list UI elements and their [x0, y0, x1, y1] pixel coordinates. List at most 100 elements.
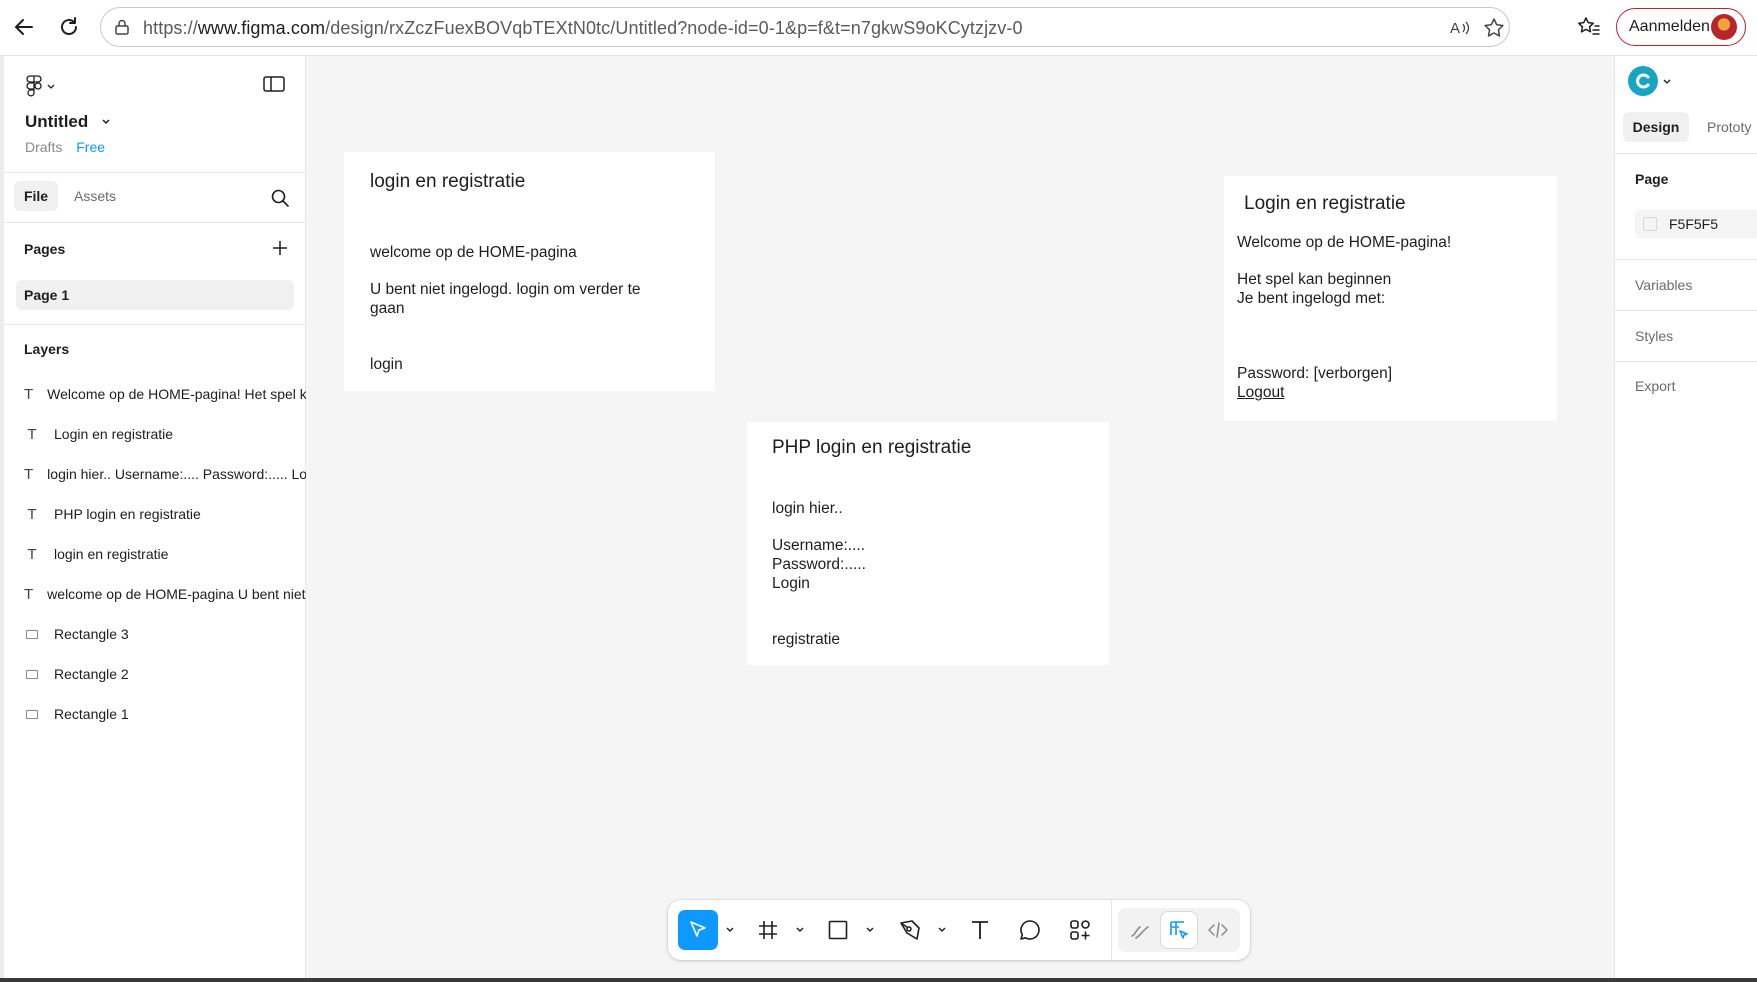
rectangle-layer-icon: [24, 709, 40, 719]
browser-toolbar: https://www.figma.com/design/rxZczFuexBO…: [0, 0, 1757, 56]
toggle-sidebar-icon[interactable]: [262, 74, 286, 94]
rectangle-layer-icon: [24, 669, 40, 679]
divider: [4, 172, 306, 173]
favorite-star-icon[interactable]: [1483, 17, 1505, 39]
layer-item[interactable]: Rectangle 1: [24, 700, 306, 728]
chevron-down-icon: [938, 927, 946, 932]
tab-file[interactable]: File: [14, 181, 58, 211]
profile-avatar: [1711, 14, 1737, 40]
layer-name: Rectangle 2: [54, 666, 129, 682]
page-item-page-1[interactable]: Page 1: [16, 280, 294, 310]
user-menu-button[interactable]: [1628, 66, 1672, 96]
file-location: Drafts Free: [25, 139, 105, 155]
logout-text: Logout: [1237, 384, 1285, 401]
layer-name: Rectangle 1: [54, 706, 129, 722]
refresh-button[interactable]: [52, 10, 86, 44]
rectangle-tool-button[interactable]: [818, 910, 858, 950]
chevron-down-icon: [102, 119, 110, 125]
comment-tool-button[interactable]: [1010, 910, 1050, 950]
url-text: https://www.figma.com/design/rxZczFuexBO…: [143, 18, 1023, 39]
frame-hash-icon: [759, 921, 777, 939]
pen-tool-button[interactable]: [890, 910, 930, 950]
text-layer-icon: T: [24, 585, 34, 603]
rectangle-3-frame[interactable]: Login en registratie Welcome op de HOME-…: [1224, 176, 1557, 421]
move-tool-caret[interactable]: [724, 924, 736, 936]
design-mode-button[interactable]: [1161, 912, 1197, 948]
lock-icon[interactable]: [113, 18, 131, 36]
variables-section[interactable]: Variables: [1635, 277, 1692, 293]
layer-name: login en registratie: [54, 546, 169, 562]
avatar: [1628, 66, 1658, 96]
right-sidebar: Design Prototy Page F5F5F5 Variables Sty…: [1614, 56, 1757, 980]
layer-item[interactable]: Twelcome op de HOME-pagina U bent niet i…: [24, 580, 306, 608]
main-menu-button[interactable]: [26, 74, 62, 98]
tab-assets[interactable]: Assets: [74, 188, 116, 204]
layer-name: welcome op de HOME-pagina U bent niet in…: [47, 586, 306, 602]
layer-item[interactable]: T Welcome op de HOME-pagina! Het spel kan…: [24, 380, 306, 408]
drafts-link[interactable]: Drafts: [25, 139, 62, 155]
frame-text-line: welcome op de HOME-pagina: [370, 244, 577, 261]
bottom-toolbar: [668, 900, 1250, 960]
divider: [1615, 259, 1757, 260]
add-page-icon[interactable]: [272, 240, 288, 256]
address-bar[interactable]: https://www.figma.com/design/rxZczFuexBO…: [100, 7, 1510, 47]
file-title-menu[interactable]: Untitled: [25, 112, 112, 132]
frame-text-line: registratie: [772, 631, 841, 648]
frame-text-line: Het spel kan beginnen: [1237, 271, 1392, 288]
pen-tool-caret[interactable]: [936, 924, 948, 936]
read-aloud-icon[interactable]: A: [1449, 18, 1471, 38]
back-button[interactable]: [7, 10, 41, 44]
color-swatch[interactable]: [1643, 217, 1657, 231]
rectangle-1-frame[interactable]: login en registratie welcome op de HOME-…: [344, 152, 715, 391]
url-host: www.figma.com: [197, 18, 326, 38]
chevron-down-icon: [796, 927, 804, 932]
plan-badge[interactable]: Free: [76, 139, 105, 155]
layer-item[interactable]: Tlogin en registratie: [24, 540, 306, 568]
layer-item[interactable]: T PHP login en registratie: [24, 500, 306, 528]
page-item-label: Page 1: [24, 287, 70, 303]
frame-text-line: Welcome op de HOME-pagina!: [1237, 234, 1452, 251]
layer-item[interactable]: T Login en registratie: [24, 420, 306, 448]
draw-pencil-icon: [1131, 926, 1149, 939]
layer-item[interactable]: Rectangle 3: [24, 620, 306, 648]
page-color-field[interactable]: F5F5F5: [1635, 209, 1757, 239]
divider: [1615, 310, 1757, 311]
frame-tool-button[interactable]: [748, 910, 788, 950]
layer-name: login hier.. Username:.... Password:....…: [47, 466, 306, 482]
rectangle-2-frame[interactable]: PHP login en registratie login hier.. Us…: [747, 422, 1109, 665]
frame-title: login en registratie: [370, 171, 526, 192]
layer-name: Welcome op de HOME-pagina! Het spel kan …: [47, 386, 306, 402]
rectangle-tool-caret[interactable]: [864, 924, 876, 936]
layer-item[interactable]: Rectangle 2: [24, 660, 306, 688]
search-icon[interactable]: [270, 188, 290, 208]
text-layer-icon: T: [24, 465, 34, 483]
tab-design[interactable]: Design: [1623, 112, 1689, 142]
frame-text-line: Password: [verborgen]: [1237, 365, 1393, 382]
page-color-value: F5F5F5: [1669, 216, 1719, 232]
actions-tool-button[interactable]: [1060, 910, 1100, 950]
favorites-button[interactable]: [1572, 10, 1606, 44]
tab-prototype[interactable]: Prototy: [1707, 119, 1751, 135]
text-tool-icon: [972, 921, 988, 939]
signin-button[interactable]: Aanmelden: [1616, 8, 1746, 46]
favorites-list-icon: [1578, 17, 1600, 35]
styles-section[interactable]: Styles: [1635, 328, 1673, 344]
frame-tool-caret[interactable]: [794, 924, 806, 936]
export-section[interactable]: Export: [1635, 378, 1675, 394]
chevron-down-icon: [1663, 79, 1671, 84]
text-tool-button[interactable]: [960, 910, 1000, 950]
draw-mode-button[interactable]: [1122, 912, 1158, 948]
frame-text-line: Login: [772, 575, 810, 592]
toolbar-divider: [1111, 900, 1112, 960]
layer-item[interactable]: Tlogin hier.. Username:.... Password:...…: [24, 460, 306, 488]
text-layer-icon: T: [27, 545, 37, 563]
text-layer-icon: T: [27, 425, 37, 443]
canvas[interactable]: login en registratie welcome op de HOME-…: [306, 56, 1614, 980]
move-tool-button[interactable]: [678, 910, 718, 950]
window-bottom-border: [0, 978, 1757, 982]
frame-text-line: Je bent ingelogd met:: [1237, 290, 1386, 307]
url-prefix: https://: [143, 18, 198, 38]
chevron-down-icon: [47, 84, 55, 89]
dev-mode-button[interactable]: [1200, 912, 1236, 948]
layer-name: Rectangle 3: [54, 626, 129, 642]
